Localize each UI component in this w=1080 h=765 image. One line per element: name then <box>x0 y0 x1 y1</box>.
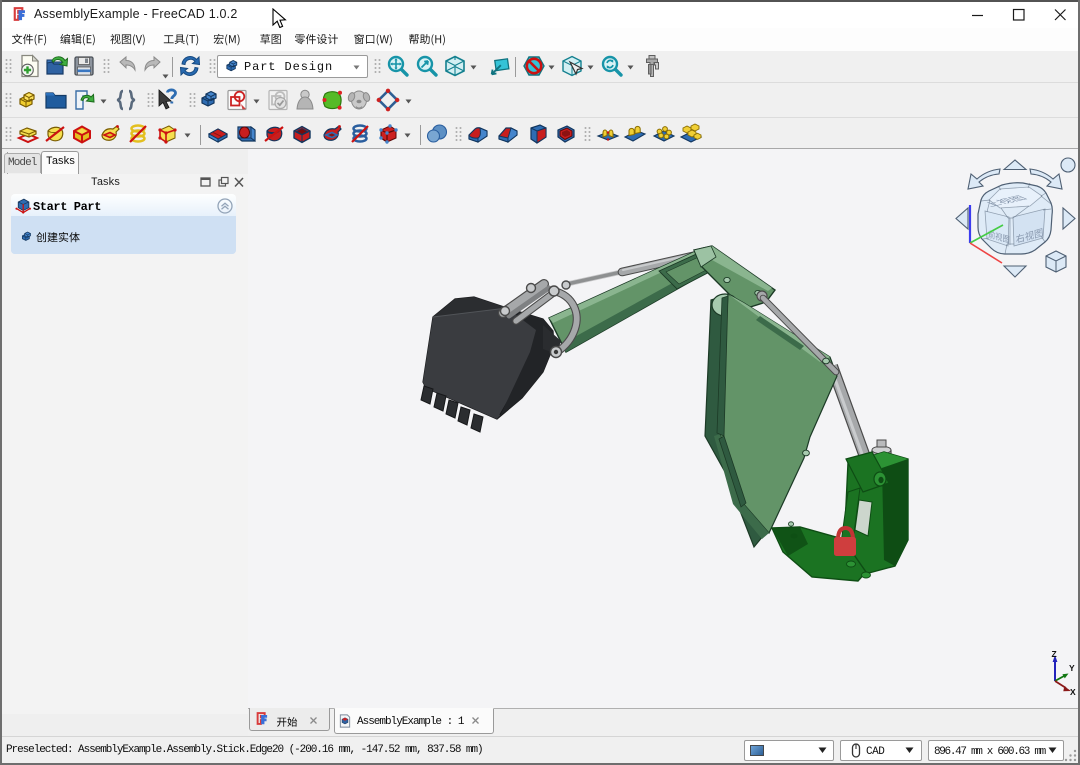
svg-text:Y: Y <box>1069 663 1075 673</box>
svg-text:Z: Z <box>1052 649 1057 659</box>
svg-text:X: X <box>1070 687 1076 697</box>
